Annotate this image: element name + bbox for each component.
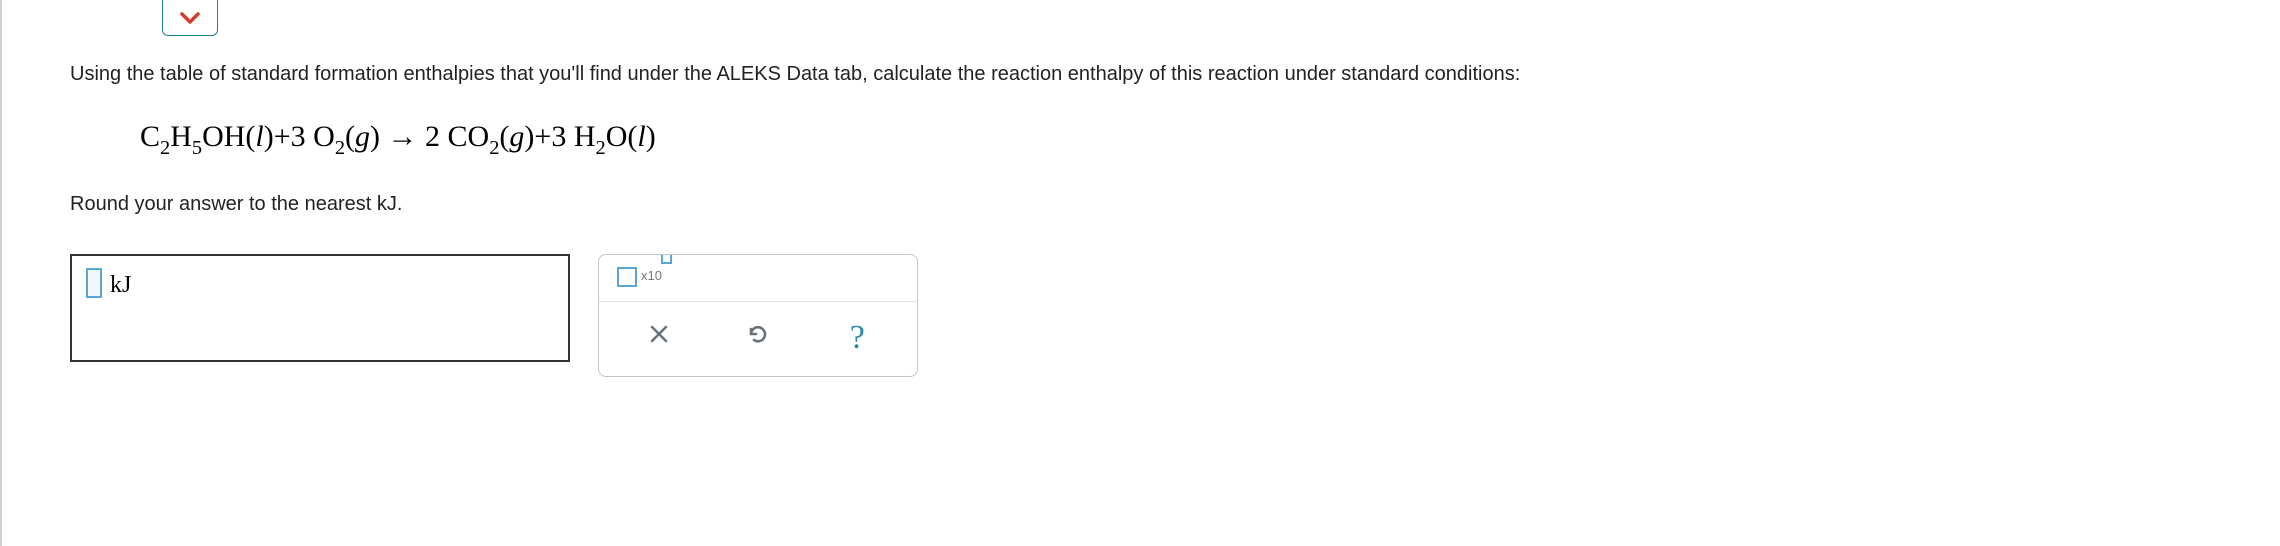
expand-toggle[interactable]: [162, 0, 218, 36]
help-icon: ?: [850, 321, 865, 355]
tool-panel: x10: [598, 254, 918, 377]
reaction-equation: C2H5OH(l)+3 O2(g) → 2 CO2(g)+3 H2O(l): [140, 116, 2240, 162]
answer-input[interactable]: kJ: [70, 254, 570, 362]
chevron-down-icon: [178, 10, 202, 26]
reset-button[interactable]: [736, 316, 780, 360]
help-button[interactable]: ?: [835, 316, 879, 360]
exponent-box-icon: [661, 254, 672, 265]
sci-notation-button[interactable]: x10: [599, 255, 917, 302]
answer-row: kJ x10: [70, 254, 2240, 377]
clear-button[interactable]: [637, 316, 681, 360]
input-cursor: [86, 268, 102, 298]
question-content: Using the table of standard formation en…: [70, 60, 2240, 377]
undo-icon: [745, 321, 771, 355]
tool-buttons: ?: [599, 302, 917, 376]
answer-unit: kJ: [110, 269, 131, 303]
rounding-instruction: Round your answer to the nearest kJ.: [70, 190, 2240, 218]
close-icon: [648, 323, 670, 353]
placeholder-box-icon: [617, 267, 637, 287]
sci-notation-label: x10: [641, 267, 662, 285]
question-prompt: Using the table of standard formation en…: [70, 60, 2240, 88]
